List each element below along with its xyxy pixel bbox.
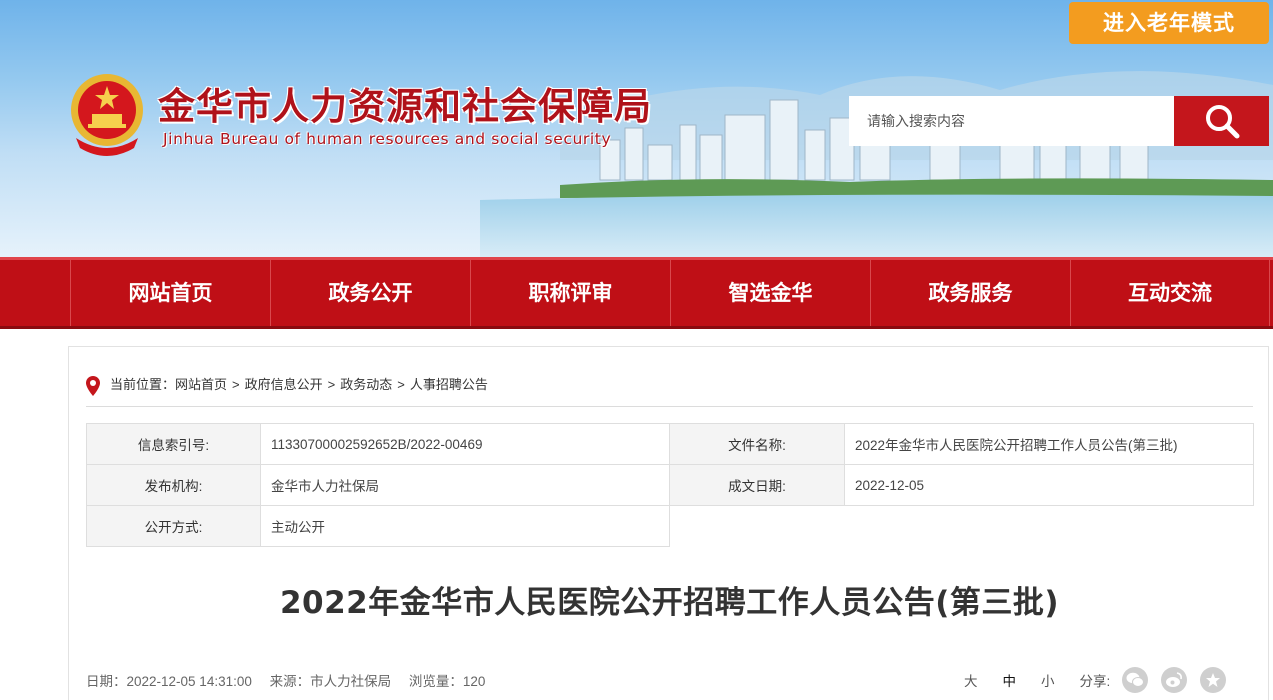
senior-mode-button[interactable]: 进入老年模式 [1069, 2, 1269, 44]
article-date: 日期：2022-12-05 14:31:00 [86, 674, 252, 689]
site-subtitle: Jinhua Bureau of human resources and soc… [163, 130, 612, 148]
font-size-medium[interactable]: 中 [1003, 670, 1017, 690]
site-header: 进入老年模式 金华市人力资源和社会保障局 Jinhua Bureau of hu… [0, 0, 1273, 257]
nav-item-gov-services[interactable]: 政务服务 [870, 260, 1070, 326]
filename-label: 文件名称: [669, 423, 845, 465]
breadcrumb-separator: > [397, 377, 405, 392]
font-size-large[interactable]: 大 [964, 670, 978, 690]
nav-item-interaction[interactable]: 互动交流 [1070, 260, 1270, 326]
nav-item-home[interactable]: 网站首页 [70, 260, 270, 326]
disclosure-method-label: 公开方式: [86, 505, 261, 547]
breadcrumb: 当前位置： 网站首页 > 政府信息公开 > 政务动态 > 人事招聘公告 [86, 375, 1253, 407]
publisher-label: 发布机构: [86, 464, 261, 506]
national-emblem-icon [71, 74, 143, 156]
filename-value: 2022年金华市人民医院公开招聘工作人员公告(第三批) [844, 423, 1254, 465]
article-tools: 大 中 小 分享: [964, 665, 1239, 695]
breadcrumb-separator: > [327, 377, 336, 392]
main-nav: 网站首页 政务公开 职称评审 智选金华 政务服务 互动交流 [0, 257, 1273, 329]
breadcrumb-link-gov-news[interactable]: 政务动态 [340, 375, 392, 395]
publisher-value: 金华市人力社保局 [260, 464, 670, 506]
index-number-value: 11330700002592652B/2022-00469 [260, 423, 670, 465]
document-metadata-table: 信息索引号: 11330700002592652B/2022-00469 文件名… [86, 423, 1254, 547]
favorite-icon[interactable] [1200, 667, 1227, 693]
weibo-icon[interactable] [1161, 667, 1188, 693]
share-label: 分享: [1079, 674, 1111, 689]
date-value: 2022-12-05 [844, 464, 1254, 506]
search-icon [1205, 105, 1239, 139]
content-panel: 当前位置： 网站首页 > 政府信息公开 > 政务动态 > 人事招聘公告 信息索引… [68, 346, 1269, 700]
location-pin-icon [86, 376, 100, 396]
disclosure-method-value: 主动公开 [260, 505, 670, 547]
site-title: 金华市人力资源和社会保障局 [158, 84, 652, 128]
empty-cell [669, 505, 1254, 547]
search-button[interactable] [1174, 96, 1269, 146]
breadcrumb-link-gov-info[interactable]: 政府信息公开 [245, 375, 323, 395]
nav-item-gov-affairs[interactable]: 政务公开 [270, 260, 470, 326]
article-title: 2022年金华市人民医院公开招聘工作人员公告(第三批) [279, 585, 1060, 621]
index-number-label: 信息索引号: [86, 423, 261, 465]
date-label: 成文日期: [669, 464, 845, 506]
nav-item-title-review[interactable]: 职称评审 [470, 260, 670, 326]
wechat-icon[interactable] [1122, 667, 1149, 693]
article-views: 浏览量：120 [408, 674, 486, 689]
breadcrumb-prefix: 当前位置： [110, 377, 176, 392]
font-size-small[interactable]: 小 [1041, 670, 1055, 690]
breadcrumb-link-home[interactable]: 网站首页 [175, 375, 227, 395]
article-source: 来源：市人力社保局 [269, 674, 392, 689]
search-input[interactable] [849, 96, 1174, 146]
breadcrumb-separator: > [232, 377, 240, 392]
breadcrumb-link-recruitment[interactable]: 人事招聘公告 [410, 375, 488, 395]
nav-item-talent-jinhua[interactable]: 智选金华 [670, 260, 870, 326]
article-info: 日期：2022-12-05 14:31:00 来源：市人力社保局 浏览量：120 [86, 670, 499, 690]
